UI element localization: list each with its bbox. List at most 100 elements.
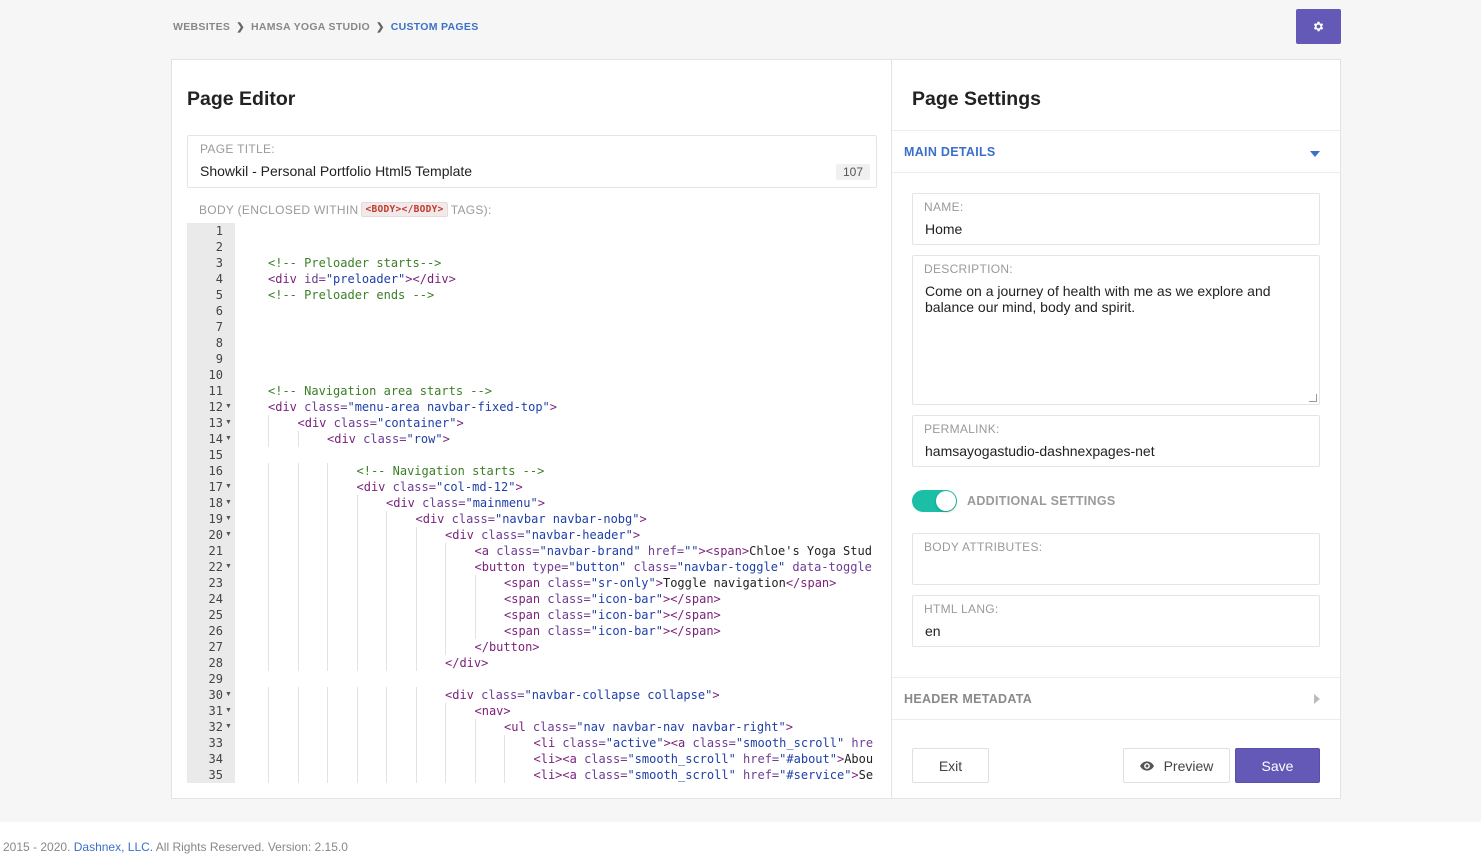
main-details-label: MAIN DETAILS	[904, 145, 996, 159]
code-line: <div class="navbar navbar-nobg">	[415, 512, 647, 526]
indent-guide	[327, 495, 328, 511]
indent-guide	[356, 527, 358, 543]
resize-handle-icon[interactable]	[1309, 394, 1317, 402]
page-title-input[interactable]: Showkil - Personal Portfolio Html5 Templ…	[200, 163, 472, 179]
body-attributes-field[interactable]: BODY ATTRIBUTES:	[912, 533, 1320, 585]
indent-guide	[268, 431, 269, 447]
line-number: 6	[215, 304, 223, 318]
settings-button[interactable]	[1296, 9, 1341, 44]
indent-guide	[268, 559, 269, 575]
indent-guide	[445, 751, 446, 767]
fold-toggle-icon[interactable]: ▼	[225, 719, 232, 735]
body-label-prefix: BODY (ENCLOSED WITHIN	[199, 202, 359, 217]
breadcrumb-websites[interactable]: WEBSITES	[173, 21, 230, 33]
line-number: 28	[208, 656, 223, 670]
additional-settings-toggle[interactable]	[912, 490, 957, 512]
fold-toggle-icon[interactable]: ▼	[225, 399, 232, 415]
page-title-field[interactable]: PAGE TITLE: Showkil - Personal Portfolio…	[187, 135, 877, 188]
indent-guide	[327, 687, 328, 703]
breadcrumb-hamsa-yoga-studio[interactable]: HAMSA YOGA STUDIO	[251, 21, 370, 33]
fold-toggle-icon[interactable]: ▼	[225, 527, 232, 543]
code-line: <span class="icon-bar"></span>	[504, 592, 721, 606]
exit-button[interactable]: Exit	[912, 748, 989, 783]
permalink-input[interactable]: hamsayogastudio-dashnexpages-net	[925, 443, 1295, 459]
indent-guide	[327, 623, 328, 639]
html-lang-input[interactable]: en	[925, 623, 1295, 639]
code-line: <span class="icon-bar"></span>	[504, 624, 721, 638]
fold-toggle-icon[interactable]: ▼	[225, 479, 232, 495]
indent-guide	[474, 767, 476, 783]
indent-guide	[386, 735, 387, 751]
line-number: 12	[208, 400, 223, 414]
code-line: <div class="row">	[327, 432, 450, 446]
code-line: <!-- Navigation area starts -->	[268, 384, 492, 398]
indent-guide	[268, 575, 269, 591]
description-field[interactable]: DESCRIPTION: Come on a journey of health…	[912, 255, 1320, 405]
main-details-toggle[interactable]: MAIN DETAILS	[892, 130, 1340, 173]
indent-guide	[504, 767, 505, 783]
chevron-right-icon: ❯	[236, 21, 245, 33]
description-textarea[interactable]: Come on a journey of health with me as w…	[925, 283, 1295, 315]
code-line: <div class="container">	[297, 416, 464, 430]
code-line: </div>	[445, 656, 489, 670]
fold-toggle-icon[interactable]: ▼	[225, 687, 232, 703]
indent-guide	[268, 719, 269, 735]
indent-guide	[297, 735, 299, 751]
header-metadata-toggle[interactable]: HEADER METADATA	[892, 677, 1340, 720]
indent-guide	[415, 575, 417, 591]
line-number: 34	[208, 752, 223, 766]
code-line: <li><a class="smooth_scroll" href="#serv…	[533, 768, 874, 782]
page-title-label: PAGE TITLE:	[200, 142, 275, 156]
indent-guide	[445, 767, 446, 783]
line-number: 33	[208, 736, 223, 750]
line-number: 13	[208, 416, 223, 430]
indent-guide	[268, 607, 269, 623]
indent-guide	[356, 591, 358, 607]
company-link[interactable]: Dashnex, LLC.	[74, 840, 153, 854]
indent-guide	[415, 703, 417, 719]
line-number: 18	[208, 496, 223, 510]
permalink-field[interactable]: PERMALINK: hamsayogastudio-dashnexpages-…	[912, 415, 1320, 467]
indent-guide	[268, 415, 269, 431]
indent-guide	[327, 527, 328, 543]
indent-guide	[268, 495, 269, 511]
preview-button[interactable]: Preview	[1123, 748, 1230, 783]
indent-guide	[327, 559, 328, 575]
footer-rights: All Rights Reserved. Version: 2.15.0	[155, 840, 348, 854]
indent-guide	[297, 703, 299, 719]
line-number: 7	[215, 320, 223, 334]
indent-guide	[268, 591, 269, 607]
indent-guide	[415, 735, 417, 751]
save-button[interactable]: Save	[1235, 748, 1320, 783]
indent-guide	[356, 735, 358, 751]
line-number: 27	[208, 640, 223, 654]
fold-toggle-icon[interactable]: ▼	[225, 415, 232, 431]
html-lang-field[interactable]: HTML LANG: en	[912, 595, 1320, 647]
fold-toggle-icon[interactable]: ▼	[225, 559, 232, 575]
indent-guide	[386, 719, 387, 735]
name-input[interactable]: Home	[925, 221, 1295, 237]
indent-guide	[386, 655, 387, 671]
html-lang-label: HTML LANG:	[924, 602, 999, 616]
indent-guide	[415, 719, 417, 735]
indent-guide	[386, 511, 387, 527]
indent-guide	[474, 591, 476, 607]
indent-guide	[297, 527, 299, 543]
line-number: 23	[208, 576, 223, 590]
name-field[interactable]: NAME: Home	[912, 193, 1320, 245]
indent-guide	[297, 431, 299, 447]
code-editor[interactable]: 1 2 3 <!-- Preloader starts--> 4 <div id="pre…	[187, 223, 877, 783]
indent-guide	[297, 751, 299, 767]
code-line: </button>	[474, 640, 540, 654]
page-editor-panel: Page Editor PAGE TITLE: Showkil - Person…	[171, 59, 892, 799]
preview-label: Preview	[1163, 757, 1214, 774]
fold-toggle-icon[interactable]: ▼	[225, 431, 232, 447]
indent-guide	[327, 543, 328, 559]
fold-toggle-icon[interactable]: ▼	[225, 703, 232, 719]
toggle-knob	[936, 491, 956, 511]
indent-guide	[356, 559, 358, 575]
fold-toggle-icon[interactable]: ▼	[225, 511, 232, 527]
indent-guide	[268, 687, 269, 703]
indent-guide	[445, 559, 446, 575]
fold-toggle-icon[interactable]: ▼	[225, 495, 232, 511]
